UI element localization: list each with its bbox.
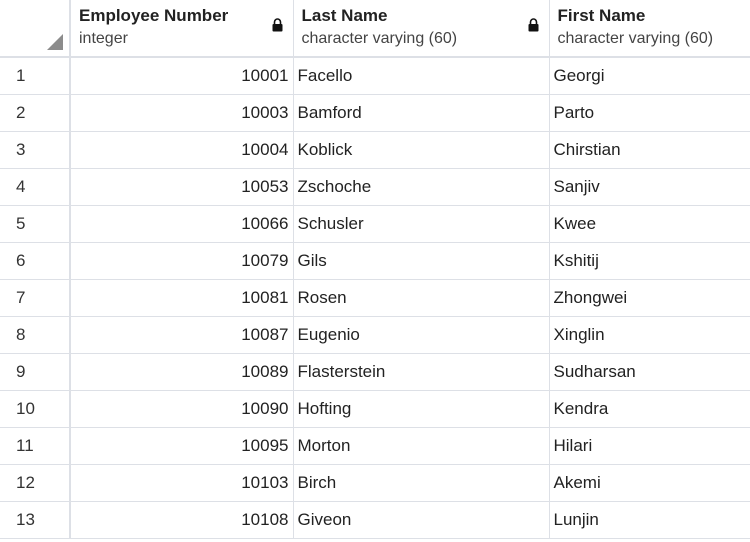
lock-icon [272, 18, 282, 32]
last-name-cell[interactable]: Eugenio [293, 316, 550, 354]
row-number-cell[interactable]: 2 [0, 94, 71, 132]
table-row[interactable]: 4 10053 Zschoche Sanjiv [0, 168, 750, 206]
last-name-cell[interactable]: Rosen [293, 279, 550, 317]
last-name-cell[interactable]: Gils [293, 242, 550, 280]
last-name-cell[interactable]: Morton [293, 427, 550, 465]
row-number-cell[interactable]: 13 [0, 501, 71, 539]
first-name-cell[interactable]: Akemi [549, 464, 750, 502]
employee-number-cell[interactable]: 10003 [70, 94, 294, 132]
first-name-cell[interactable]: Kwee [549, 205, 750, 243]
first-name-cell[interactable]: Sanjiv [549, 168, 750, 206]
employee-number-cell[interactable]: 10004 [70, 131, 294, 169]
last-name-cell[interactable]: Flasterstein [293, 353, 550, 391]
row-number-cell[interactable]: 7 [0, 279, 71, 317]
employee-number-cell[interactable]: 10081 [70, 279, 294, 317]
select-all-corner[interactable] [0, 0, 71, 58]
row-number-cell[interactable]: 8 [0, 316, 71, 354]
table-body: 1 10001 Facello Georgi 2 10003 Bamford Parto 3 10… [0, 57, 750, 539]
employee-number-cell[interactable]: 10079 [70, 242, 294, 280]
table-row[interactable]: 6 10079 Gils Kshitij [0, 242, 750, 280]
column-name: Last Name [301, 6, 388, 25]
row-number-cell[interactable]: 4 [0, 168, 71, 206]
table-row[interactable]: 7 10081 Rosen Zhongwei [0, 279, 750, 317]
table-row[interactable]: 9 10089 Flasterstein Sudharsan [0, 353, 750, 391]
table-row[interactable]: 3 10004 Koblick Chirstian [0, 131, 750, 169]
employee-number-cell[interactable]: 10053 [70, 168, 294, 206]
table-row[interactable]: 12 10103 Birch Akemi [0, 464, 750, 502]
column-header-last-name[interactable]: Last Name character varying (60) [293, 0, 550, 58]
employee-number-cell[interactable]: 10103 [70, 464, 294, 502]
row-number-cell[interactable]: 5 [0, 205, 71, 243]
first-name-cell[interactable]: Zhongwei [549, 279, 750, 317]
employee-number-cell[interactable]: 10001 [70, 57, 294, 95]
employee-number-cell[interactable]: 10090 [70, 390, 294, 428]
first-name-cell[interactable]: Kendra [549, 390, 750, 428]
column-name: First Name [557, 6, 646, 25]
column-name: Employee Number [79, 6, 229, 25]
first-name-cell[interactable]: Lunjin [549, 501, 750, 539]
row-number-cell[interactable]: 1 [0, 57, 71, 95]
employee-number-cell[interactable]: 10108 [70, 501, 294, 539]
employee-number-cell[interactable]: 10087 [70, 316, 294, 354]
column-type: character varying (60) [301, 30, 458, 47]
table-row[interactable]: 2 10003 Bamford Parto [0, 94, 750, 132]
results-table: Employee Number integer Last Name charac… [0, 0, 750, 539]
last-name-cell[interactable]: Koblick [293, 131, 550, 169]
row-number-cell[interactable]: 11 [0, 427, 71, 465]
last-name-cell[interactable]: Zschoche [293, 168, 550, 206]
row-number-cell[interactable]: 12 [0, 464, 71, 502]
lock-icon [528, 18, 538, 32]
first-name-cell[interactable]: Kshitij [549, 242, 750, 280]
column-header-first-name[interactable]: First Name character varying (60) [549, 0, 750, 58]
table-row[interactable]: 5 10066 Schusler Kwee [0, 205, 750, 243]
header-row: Employee Number integer Last Name charac… [0, 0, 750, 58]
last-name-cell[interactable]: Birch [293, 464, 550, 502]
row-number-cell[interactable]: 3 [0, 131, 71, 169]
first-name-cell[interactable]: Chirstian [549, 131, 750, 169]
table-row[interactable]: 10 10090 Hofting Kendra [0, 390, 750, 428]
column-header-employee-number[interactable]: Employee Number integer [70, 0, 294, 58]
last-name-cell[interactable]: Giveon [293, 501, 550, 539]
employee-number-cell[interactable]: 10095 [70, 427, 294, 465]
row-number-cell[interactable]: 6 [0, 242, 71, 280]
first-name-cell[interactable]: Hilari [549, 427, 750, 465]
row-number-cell[interactable]: 10 [0, 390, 71, 428]
first-name-cell[interactable]: Georgi [549, 57, 750, 95]
select-all-triangle-icon[interactable] [47, 34, 63, 50]
table-row[interactable]: 1 10001 Facello Georgi [0, 57, 750, 95]
first-name-cell[interactable]: Parto [549, 94, 750, 132]
last-name-cell[interactable]: Bamford [293, 94, 550, 132]
employee-number-cell[interactable]: 10089 [70, 353, 294, 391]
first-name-cell[interactable]: Sudharsan [549, 353, 750, 391]
last-name-cell[interactable]: Schusler [293, 205, 550, 243]
row-number-cell[interactable]: 9 [0, 353, 71, 391]
column-type: character varying (60) [557, 30, 714, 47]
last-name-cell[interactable]: Facello [293, 57, 550, 95]
column-type: integer [79, 30, 128, 47]
table-row[interactable]: 8 10087 Eugenio Xinglin [0, 316, 750, 354]
employee-number-cell[interactable]: 10066 [70, 205, 294, 243]
table-row[interactable]: 13 10108 Giveon Lunjin [0, 501, 750, 539]
last-name-cell[interactable]: Hofting [293, 390, 550, 428]
data-grid: Employee Number integer Last Name charac… [0, 0, 750, 542]
first-name-cell[interactable]: Xinglin [549, 316, 750, 354]
table-row[interactable]: 11 10095 Morton Hilari [0, 427, 750, 465]
